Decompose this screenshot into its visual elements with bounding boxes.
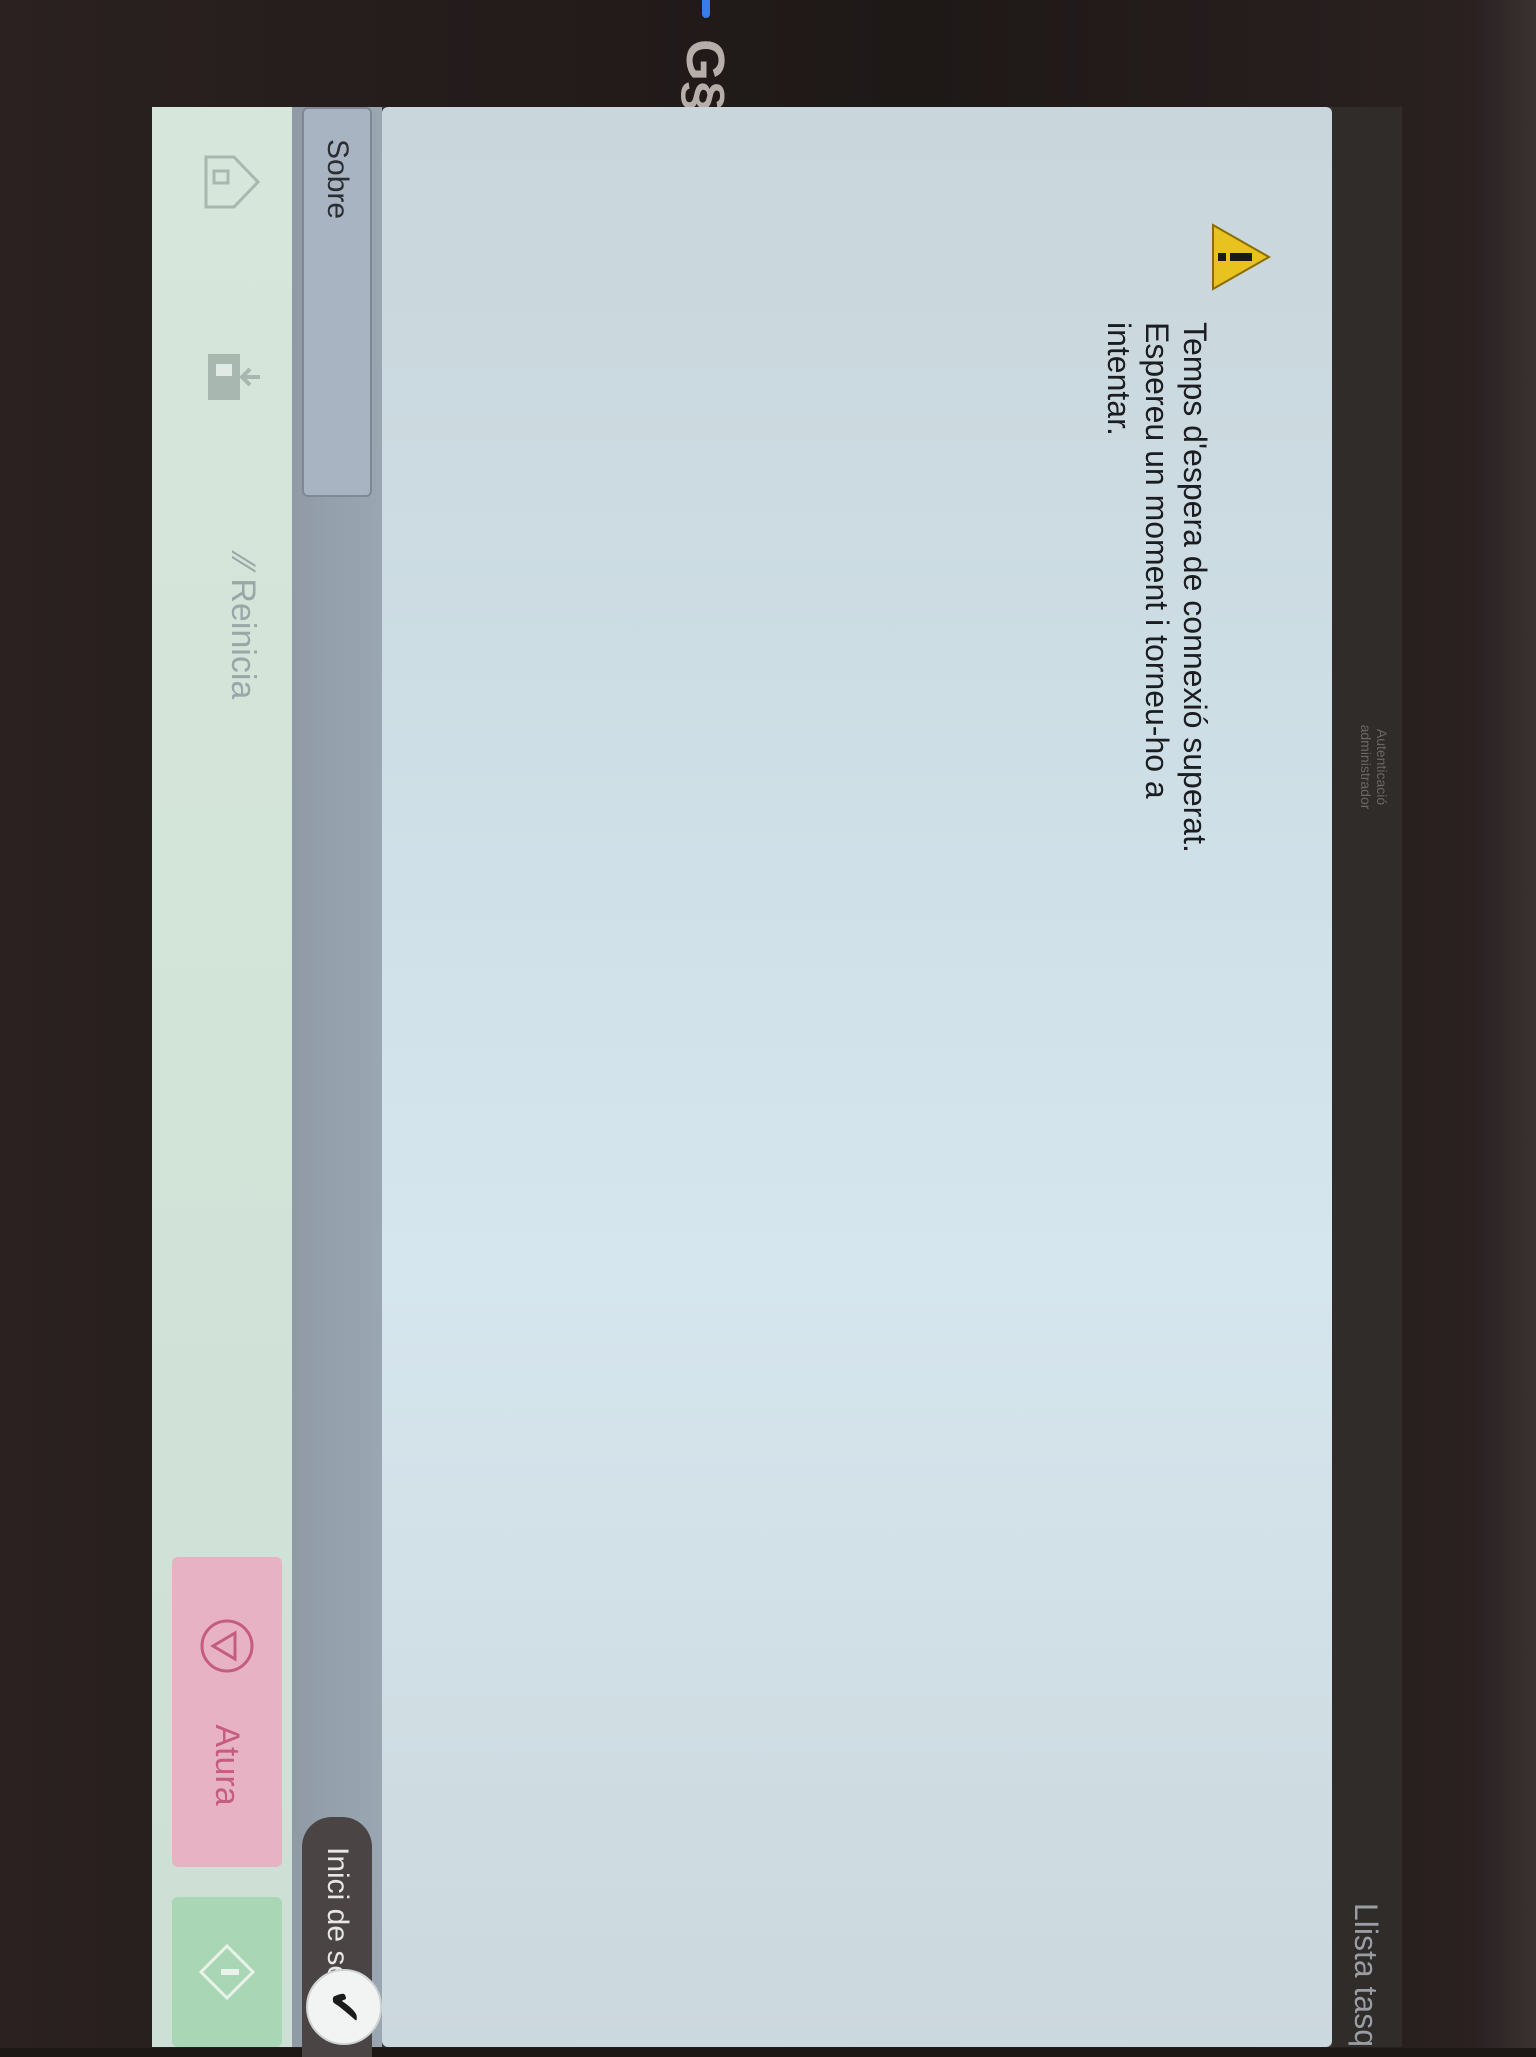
status-led	[702, 0, 710, 18]
reset-label: Reinicia	[224, 578, 262, 700]
brand-logo-icon: G§	[675, 38, 735, 112]
message-panel: Temps d'espera de connexió superat. Espe…	[382, 107, 1332, 2047]
check-icon[interactable]: ✔	[306, 1969, 382, 2045]
start-icon	[198, 1943, 256, 2001]
touch-screen: Autenticació administrador Llista tasq T…	[152, 107, 1402, 2057]
auth-status: Autenticació administrador	[1358, 667, 1390, 867]
task-list-tab[interactable]: Llista tasq	[1347, 1903, 1384, 2047]
message-line-1: Temps d'espera de connexió superat.	[1177, 322, 1213, 853]
top-bar: Autenticació administrador Llista tasq	[1332, 107, 1402, 2047]
job-status-icon[interactable]	[198, 342, 268, 412]
message-line-2: Espereu un moment i torneu-ho a	[1139, 322, 1175, 799]
about-button[interactable]: Sobre	[302, 107, 372, 497]
start-button[interactable]	[172, 1897, 282, 2047]
stop-label: Atura	[208, 1724, 247, 1806]
auth-label: Autenticació	[1374, 728, 1390, 806]
device-frame-edge	[1476, 0, 1536, 2048]
stop-icon	[200, 1619, 254, 1673]
message-text: Temps d'espera de connexió superat. Espe…	[1100, 322, 1214, 1222]
home-icon[interactable]	[198, 147, 268, 217]
bottom-bar: ⁄⁄ Reinicia Atura	[152, 107, 292, 2047]
reset-button[interactable]: ⁄⁄ Reinicia	[223, 557, 262, 699]
reset-icon: ⁄⁄	[224, 557, 262, 569]
message-line-3: intentar.	[1101, 322, 1137, 436]
warning-icon	[1212, 223, 1272, 291]
stop-button[interactable]: Atura	[172, 1557, 282, 1867]
admin-label: administrador	[1358, 724, 1374, 810]
